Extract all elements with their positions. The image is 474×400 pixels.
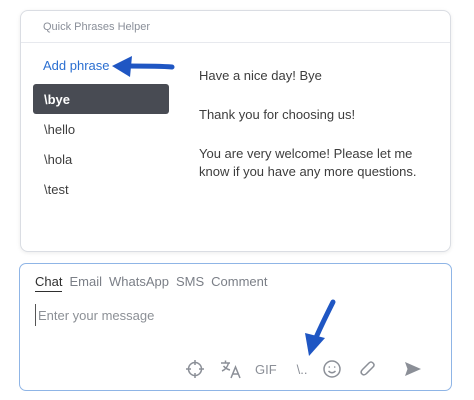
phrase-preview: Have a nice day! Bye Thank you for choos… bbox=[199, 67, 439, 202]
preview-text-bye: Have a nice day! Bye bbox=[199, 68, 322, 83]
compose-box: Chat Email WhatsApp SMS Comment Enter yo… bbox=[19, 263, 452, 391]
compose-toolbar: GIF \.. bbox=[183, 357, 425, 381]
phrase-list: \bye \hello \hola \test bbox=[33, 84, 169, 204]
tab-whatsapp[interactable]: WhatsApp bbox=[109, 274, 169, 292]
stage: Quick Phrases Helper Add phrase \bye \he… bbox=[0, 0, 474, 400]
add-phrase-link[interactable]: Add phrase bbox=[43, 58, 110, 73]
phrase-item-hola[interactable]: \hola bbox=[33, 144, 169, 174]
phrase-item-bye[interactable]: \bye bbox=[33, 84, 169, 114]
preview-text-hola: You are very welcome! Please let me know… bbox=[199, 146, 417, 179]
emoji-icon[interactable] bbox=[320, 357, 344, 381]
tab-sms[interactable]: SMS bbox=[176, 274, 204, 292]
phrase-item-hello[interactable]: \hello bbox=[33, 114, 169, 144]
send-icon[interactable] bbox=[401, 357, 425, 381]
translate-icon[interactable] bbox=[219, 357, 243, 381]
crosshair-icon[interactable] bbox=[183, 357, 207, 381]
tab-chat[interactable]: Chat bbox=[35, 274, 63, 292]
popup-title: Quick Phrases Helper bbox=[21, 11, 450, 43]
gif-icon[interactable]: GIF bbox=[255, 357, 277, 381]
quick-phrase-icon[interactable]: \.. bbox=[297, 357, 308, 381]
tab-email[interactable]: Email bbox=[69, 274, 102, 292]
quick-phrases-popup: Quick Phrases Helper Add phrase \bye \he… bbox=[20, 10, 451, 252]
attachment-icon[interactable] bbox=[356, 357, 380, 381]
message-input[interactable] bbox=[35, 304, 435, 326]
channel-tabs: Chat Email WhatsApp SMS Comment bbox=[35, 274, 268, 292]
tab-comment[interactable]: Comment bbox=[211, 274, 267, 292]
phrase-item-test[interactable]: \test bbox=[33, 174, 169, 204]
preview-text-hello: Thank you for choosing us! bbox=[199, 107, 356, 122]
